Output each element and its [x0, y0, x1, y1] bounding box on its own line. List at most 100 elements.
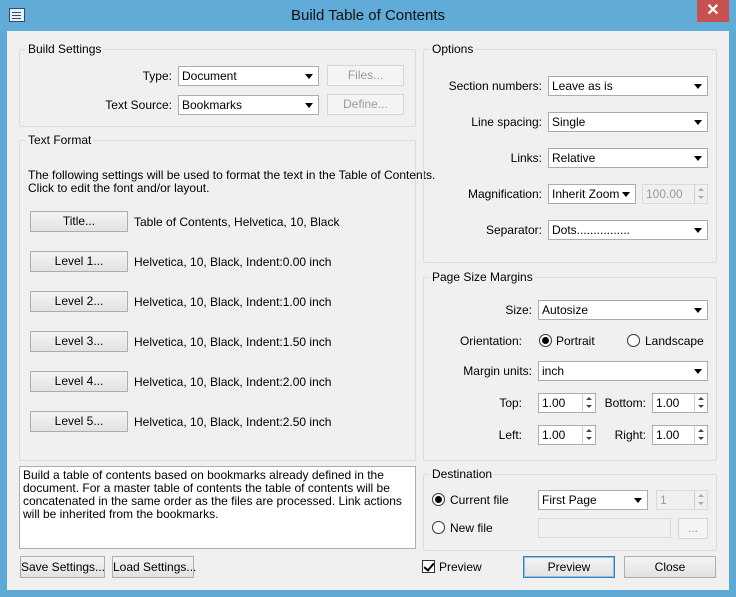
define-button[interactable]: Define... — [327, 94, 404, 115]
level1-format-button[interactable]: Level 1... — [30, 251, 128, 272]
level2-format-desc: Helvetica, 10, Black, Indent:1.00 inch — [134, 295, 332, 309]
save-settings-button[interactable]: Save Settings... — [20, 556, 105, 578]
magnification-percent-spinner[interactable]: 100.00 — [642, 184, 708, 204]
section-numbers-label: Section numbers: — [448, 79, 542, 93]
text-format-description: The following settings will be used to f… — [28, 168, 436, 182]
preview-checkbox[interactable] — [422, 560, 435, 573]
dialog-window: Build Table of Contents ✕ Build Settings… — [0, 0, 736, 597]
destination-group: Destination Current file First Page 1 Ne… — [423, 467, 717, 551]
text-source-select[interactable]: Bookmarks — [178, 95, 319, 115]
line-spacing-value: Single — [552, 115, 586, 129]
top-margin-spinner[interactable]: 1.00 — [538, 393, 596, 413]
type-label: Type: — [142, 69, 172, 83]
top-margin-value: 1.00 — [542, 396, 566, 410]
magnification-select[interactable]: Inherit Zoom — [548, 184, 636, 204]
links-select[interactable]: Relative — [548, 148, 708, 168]
current-file-label: Current file — [450, 493, 509, 507]
left-margin-label: Left: — [498, 428, 522, 442]
line-spacing-select[interactable]: Single — [548, 112, 708, 132]
level4-format-desc: Helvetica, 10, Black, Indent:2.00 inch — [134, 375, 332, 389]
margin-units-select[interactable]: inch — [538, 361, 708, 381]
preview-checkbox-label: Preview — [439, 560, 482, 574]
chevron-down-icon — [305, 103, 313, 108]
info-textbox[interactable]: Build a table of contents based on bookm… — [19, 466, 416, 549]
window-title: Build Table of Contents — [291, 7, 445, 24]
section-numbers-value: Leave as is — [552, 79, 613, 93]
level3-format-desc: Helvetica, 10, Black, Indent:1.50 inch — [134, 335, 332, 349]
build-settings-title: Build Settings — [26, 42, 104, 56]
level5-format-button[interactable]: Level 5... — [30, 411, 128, 432]
portrait-label: Portrait — [556, 334, 595, 348]
links-value: Relative — [552, 151, 596, 165]
bottom-margin-spinner[interactable]: 1.00 — [652, 393, 708, 413]
current-file-radio[interactable] — [432, 493, 445, 506]
destination-position-select[interactable]: First Page — [538, 490, 648, 510]
files-button[interactable]: Files... — [327, 65, 404, 86]
dialog-client: Build Settings Type: Document Files... T… — [7, 31, 729, 590]
level3-format-button[interactable]: Level 3... — [30, 331, 128, 352]
text-source-label: Text Source: — [105, 98, 172, 112]
spinner-arrows-icon — [694, 394, 707, 412]
spinner-arrows-icon — [694, 491, 707, 509]
text-format-hint: Click to edit the font and/or layout. — [28, 181, 210, 195]
options-group: Options Section numbers: Leave as is Lin… — [423, 42, 717, 263]
spinner-arrows-icon — [694, 185, 707, 203]
destination-title: Destination — [430, 467, 495, 481]
chevron-down-icon — [305, 74, 313, 79]
text-format-title: Text Format — [26, 133, 94, 147]
portrait-radio[interactable] — [539, 334, 552, 347]
landscape-label: Landscape — [645, 334, 704, 348]
chevron-down-icon — [694, 84, 702, 89]
title-format-desc: Table of Contents, Helvetica, 10, Black — [134, 215, 340, 229]
separator-label: Separator: — [485, 223, 542, 237]
magnification-label: Magnification: — [467, 187, 542, 201]
new-file-radio[interactable] — [432, 521, 445, 534]
right-margin-spinner[interactable]: 1.00 — [652, 425, 708, 445]
close-button[interactable]: Close — [624, 556, 716, 578]
landscape-radio[interactable] — [627, 334, 640, 347]
size-value: Autosize — [542, 303, 589, 317]
chevron-down-icon — [694, 120, 702, 125]
type-select[interactable]: Document — [178, 66, 319, 86]
level5-format-desc: Helvetica, 10, Black, Indent:2.50 inch — [134, 415, 332, 429]
close-window-button[interactable]: ✕ — [697, 0, 729, 22]
left-margin-value: 1.00 — [542, 428, 566, 442]
links-label: Links: — [510, 151, 542, 165]
size-label: Size: — [505, 303, 532, 317]
destination-page-spinner[interactable]: 1 — [656, 490, 708, 510]
right-margin-label: Right: — [614, 428, 646, 442]
magnification-percent-value: 100.00 — [646, 187, 683, 201]
text-format-group: Text Format The following settings will … — [19, 133, 435, 461]
level4-format-button[interactable]: Level 4... — [30, 371, 128, 392]
spinner-arrows-icon — [694, 426, 707, 444]
chevron-down-icon — [634, 498, 642, 503]
load-settings-button[interactable]: Load Settings... — [112, 556, 196, 578]
destination-page-value: 1 — [660, 493, 667, 507]
new-file-path-input[interactable] — [538, 518, 671, 538]
spinner-arrows-icon — [582, 394, 595, 412]
chevron-down-icon — [622, 192, 630, 197]
orientation-label: Orientation: — [459, 334, 522, 348]
title-bar[interactable]: Build Table of Contents ✕ — [0, 0, 736, 31]
title-format-button[interactable]: Title... — [30, 211, 128, 232]
section-numbers-select[interactable]: Leave as is — [548, 76, 708, 96]
preview-button[interactable]: Preview — [523, 556, 615, 578]
chevron-down-icon — [694, 228, 702, 233]
page-margins-title: Page Size Margins — [430, 270, 535, 284]
browse-button[interactable]: ... — [678, 518, 708, 539]
left-margin-spinner[interactable]: 1.00 — [538, 425, 596, 445]
margin-units-label: Margin units: — [463, 364, 532, 378]
level2-format-button[interactable]: Level 2... — [30, 291, 128, 312]
line-spacing-label: Line spacing: — [471, 115, 542, 129]
build-settings-group: Build Settings Type: Document Files... T… — [19, 42, 416, 127]
separator-select[interactable]: Dots................ — [548, 220, 708, 240]
chevron-down-icon — [694, 308, 702, 313]
chevron-down-icon — [694, 156, 702, 161]
magnification-value: Inherit Zoom — [552, 187, 620, 201]
text-source-value: Bookmarks — [182, 98, 243, 112]
size-select[interactable]: Autosize — [538, 300, 708, 320]
bottom-margin-label: Bottom: — [604, 396, 646, 410]
right-margin-value: 1.00 — [656, 428, 680, 442]
separator-value: Dots................ — [552, 223, 631, 237]
destination-position-value: First Page — [542, 493, 597, 507]
